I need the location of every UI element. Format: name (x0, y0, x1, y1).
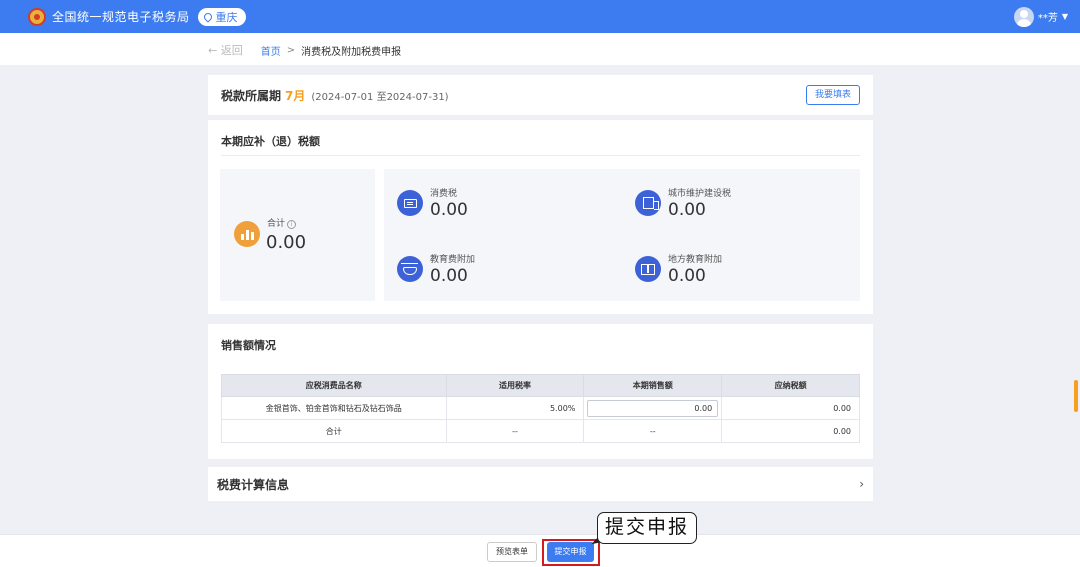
annotation-callout: 提交申报 (597, 512, 697, 544)
table-header-row: 应税消费品名称 适用税率 本期销售额 应纳税额 (221, 374, 860, 397)
table-cell: -- (583, 419, 723, 443)
column-header: 应纳税额 (721, 374, 860, 397)
total-label: 合计 i (267, 216, 297, 229)
breadcrumb-bar: ← 返回 首页 > 消费税及附加税费申报 (0, 33, 1080, 65)
tax-card-icon (397, 190, 423, 216)
info-icon[interactable]: i (287, 220, 297, 229)
preview-form-button[interactable]: 预览表单 (487, 542, 537, 562)
user-menu[interactable]: **芳 ▼ (1013, 6, 1068, 27)
book-icon (635, 256, 661, 282)
top-bar: 全国统一规范电子税务局 重庆 **芳 ▼ (0, 0, 1080, 33)
avatar (1013, 6, 1034, 27)
region-label: 重庆 (215, 10, 238, 24)
breadcrumb: ← 返回 首页 > 消费税及附加税费申报 (208, 42, 401, 58)
fill-form-button[interactable]: 我要填表 (805, 85, 860, 105)
chevron-down-icon: ▼ (1061, 12, 1068, 21)
table-cell: 5.00% (445, 396, 585, 420)
tax-emblem-logo (28, 7, 46, 26)
table-cell: 0.00 (721, 396, 860, 420)
scrollbar-thumb[interactable] (1074, 380, 1078, 412)
user-name: **芳 (1037, 13, 1058, 24)
graduation-cap-icon (397, 256, 423, 282)
divider (221, 155, 860, 156)
footer-bar: 预览表单 提交申报 (0, 534, 1080, 567)
tax-items-box: 消费税 0.00 城市维护建设税 0.00 教育费附加 0.00 地方教育附加 … (384, 169, 860, 301)
breadcrumb-current: 消费税及附加税费申报 (301, 46, 402, 58)
table-row: 金银首饰、铂金首饰和钻石及钻石饰品 5.00% 0.00 0.00 (221, 396, 860, 420)
tax-item-value: 0.00 (430, 266, 468, 286)
region-selector[interactable]: 重庆 (197, 7, 246, 26)
location-pin-icon (201, 10, 214, 23)
calc-info-title: 税费计算信息 (217, 477, 290, 492)
breadcrumb-separator: > (286, 44, 296, 56)
table-cell: -- (445, 419, 585, 443)
sales-amount-input[interactable]: 0.00 (587, 399, 719, 417)
tax-item-label: 教育费附加 (430, 255, 476, 265)
tax-amount-card: 本期应补（退）税额 合计 i 0.00 消费税 0.00 城市维护建设税 0.00… (208, 120, 873, 314)
bar-chart-icon (234, 221, 260, 247)
tax-section-title: 本期应补（退）税额 (221, 135, 320, 148)
period-label: 税款所属期 (221, 88, 282, 103)
tax-item-label: 消费税 (430, 189, 458, 199)
tax-item-value: 0.00 (668, 200, 706, 220)
tax-item-value: 0.00 (430, 200, 468, 220)
breadcrumb-home-link[interactable]: 首页 (261, 43, 281, 58)
sales-card: 销售额情况 应税消费品名称 适用税率 本期销售额 应纳税额 金银首饰、铂金首饰和… (208, 324, 873, 459)
period-month: 7月 (285, 88, 306, 103)
sales-table: 应税消费品名称 适用税率 本期销售额 应纳税额 金银首饰、铂金首饰和钻石及钻石饰… (221, 374, 860, 443)
sales-section-title: 销售额情况 (221, 339, 276, 352)
total-value: 0.00 (266, 232, 307, 253)
table-cell: 0.00 (583, 396, 723, 420)
table-cell: 合计 (221, 419, 447, 443)
submit-declaration-button[interactable]: 提交申报 (547, 542, 594, 562)
table-cell: 金银首饰、铂金首饰和钻石及钻石饰品 (221, 396, 447, 420)
calc-info-panel[interactable]: 税费计算信息 › (208, 467, 873, 501)
column-header: 适用税率 (445, 374, 585, 397)
column-header: 本期销售额 (583, 374, 723, 397)
period-range: (2024-07-01 至2024-07-31) (311, 91, 449, 103)
back-link[interactable]: ← 返回 (208, 42, 243, 58)
chevron-right-icon[interactable]: › (859, 477, 864, 491)
tax-item-value: 0.00 (668, 266, 706, 286)
period-card: 税款所属期 7月 (2024-07-01 至2024-07-31) 我要填表 (208, 75, 873, 115)
column-header: 应税消费品名称 (221, 374, 447, 397)
building-icon (635, 190, 661, 216)
total-tax-box: 合计 i 0.00 (220, 169, 375, 301)
tax-item-label: 城市维护建设税 (668, 189, 732, 199)
table-cell: 0.00 (721, 419, 860, 443)
table-row: 合计 -- -- 0.00 (221, 419, 860, 443)
tax-item-label: 地方教育附加 (668, 255, 723, 265)
app-title: 全国统一规范电子税务局 (52, 10, 190, 24)
